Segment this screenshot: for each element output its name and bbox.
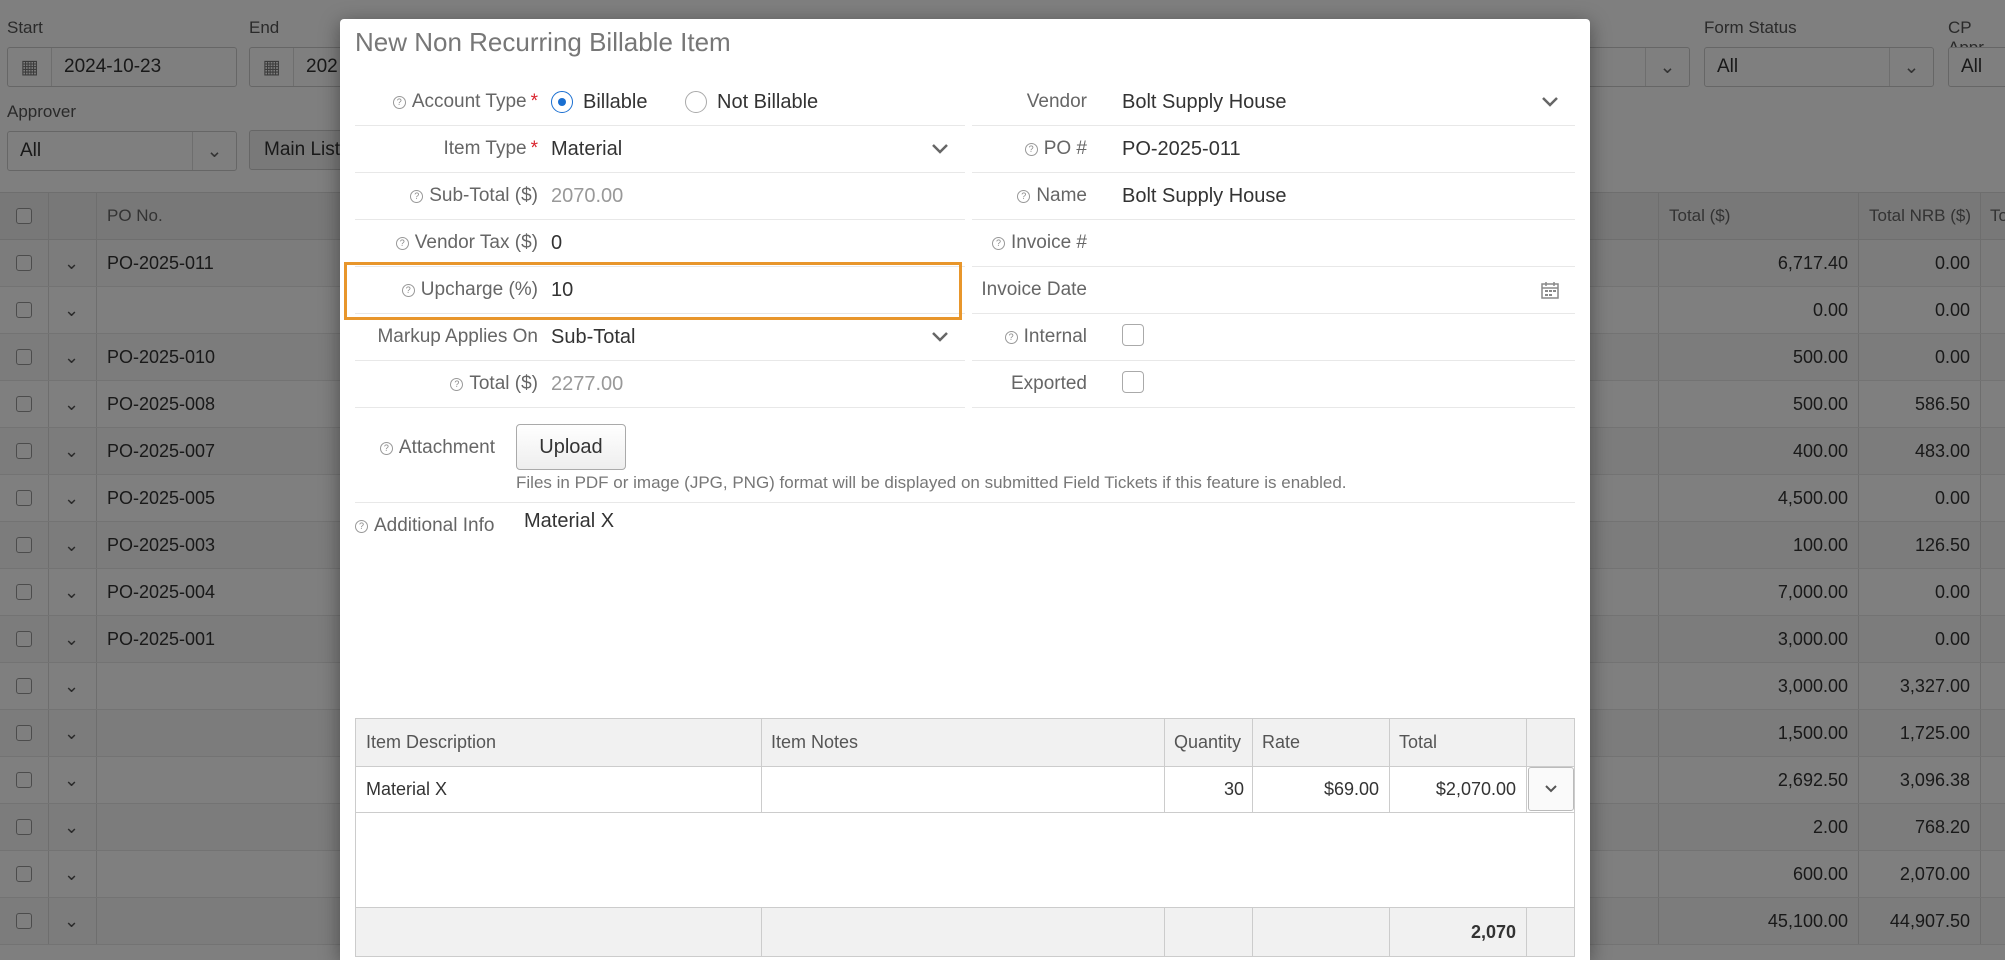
account-type-label: ? Account Type * [392,91,538,113]
rate-header: Rate [1262,732,1301,752]
help-icon[interactable]: ? [355,519,368,533]
chevron-down-icon[interactable] [929,326,951,348]
radio-selected-icon [551,91,573,113]
help-icon[interactable]: ? [450,377,464,391]
help-icon[interactable]: ? [395,236,409,250]
name-row: ? Name Bolt Supply House [972,173,1575,220]
total-header: Total [1399,732,1438,752]
calendar-icon[interactable] [1539,279,1561,301]
table-empty-area [356,813,1574,908]
row-actions-button[interactable] [1528,767,1574,811]
markup-select[interactable]: Sub-Total [551,326,636,349]
table-row: Material X 30 $69.00 $2,070.00 [356,767,1574,813]
radio-unselected-icon [685,91,707,113]
subtotal-row: ? Sub-Total ($) 2070.00 [355,173,965,220]
quantity-header: Quantity [1174,732,1242,752]
vendor-row[interactable]: Vendor Bolt Supply House [972,79,1575,126]
vendor-tax-row: ? Vendor Tax ($) 0 [355,220,965,267]
name-input[interactable]: Bolt Supply House [1122,185,1287,208]
subtotal-label: ? Sub-Total ($) [410,185,538,207]
item-notes-cell[interactable] [771,767,1156,812]
item-description-cell[interactable]: Material X [366,767,447,812]
items-table-header: Item Description Item Notes Quantity Rat… [356,719,1574,767]
item-type-row[interactable]: Item Type * Material [355,126,965,173]
invoice-number-input[interactable] [1122,228,1562,258]
footer-total: 2,070 [1470,921,1516,942]
attachment-note: Files in PDF or image (JPG, PNG) format … [516,473,1347,492]
items-table-footer: 2,070 [356,908,1574,956]
total-row: ? Total ($) 2277.00 [355,361,965,408]
rate-cell[interactable]: $69.00 [1252,767,1379,812]
help-icon[interactable]: ? [392,95,406,109]
invoice-number-label: ? Invoice # [991,232,1087,254]
item-description-header: Item Description [366,732,497,752]
divider [355,502,1575,503]
po-number-label: ? PO # [1024,138,1087,160]
vendor-tax-label: ? Vendor Tax ($) [395,232,538,254]
chevron-down-icon [1545,785,1557,793]
internal-checkbox[interactable] [1122,324,1144,346]
upcharge-highlight-box [344,262,962,320]
total-cell: $2,070.00 [1435,779,1516,799]
invoice-date-input[interactable] [1122,275,1522,305]
po-number-row: ? PO # PO-2025-011 [972,126,1575,173]
help-icon[interactable]: ? [410,189,424,203]
help-icon[interactable]: ? [379,441,393,455]
item-type-label: Item Type * [443,138,539,159]
quantity-cell[interactable]: 30 [1164,767,1244,812]
additional-info-textarea[interactable]: Material X [524,510,1574,700]
new-billable-item-modal: New Non Recurring Billable Item ? Accoun… [340,19,1590,960]
name-label: ? Name [1017,185,1087,207]
po-number-input[interactable]: PO-2025-011 [1122,138,1241,161]
exported-label: Exported [1010,373,1087,394]
help-icon[interactable]: ? [991,236,1005,250]
chevron-down-icon[interactable] [929,138,951,160]
exported-checkbox[interactable] [1122,371,1144,393]
exported-row: Exported [972,361,1575,408]
vendor-select[interactable]: Bolt Supply House [1122,91,1287,114]
vendor-tax-input[interactable]: 0 [551,232,562,255]
modal-title: New Non Recurring Billable Item [355,27,731,57]
help-icon[interactable]: ? [1017,189,1031,203]
account-type-row: ? Account Type * Billable Not Billable [355,79,965,126]
attachment-label: ? Attachment [375,437,495,459]
invoice-date-label: Invoice Date [981,279,1087,300]
chevron-down-icon[interactable] [1539,91,1561,113]
markup-row[interactable]: Markup Applies On Sub-Total [355,314,965,361]
item-notes-header: Item Notes [771,732,859,752]
vendor-label: Vendor [1026,91,1087,112]
help-icon[interactable]: ? [1024,142,1038,156]
invoice-date-row: Invoice Date [972,267,1575,314]
internal-label: ? Internal [1004,326,1087,348]
total-label: ? Total ($) [450,373,538,395]
markup-label: Markup Applies On [377,326,538,347]
invoice-number-row: ? Invoice # [972,220,1575,267]
subtotal-value: 2070.00 [551,184,624,207]
total-value: 2277.00 [551,372,624,395]
billable-radio[interactable]: Billable [551,91,647,114]
item-type-select[interactable]: Material [551,138,622,161]
not-billable-label: Not Billable [717,90,819,113]
not-billable-radio[interactable]: Not Billable [685,91,818,114]
internal-row: ? Internal [972,314,1575,361]
upload-button[interactable]: Upload [516,424,626,470]
additional-info-label: ? Additional Info [355,515,495,537]
items-table: Item Description Item Notes Quantity Rat… [355,718,1575,957]
help-icon[interactable]: ? [1004,330,1018,344]
billable-label: Billable [583,90,648,113]
